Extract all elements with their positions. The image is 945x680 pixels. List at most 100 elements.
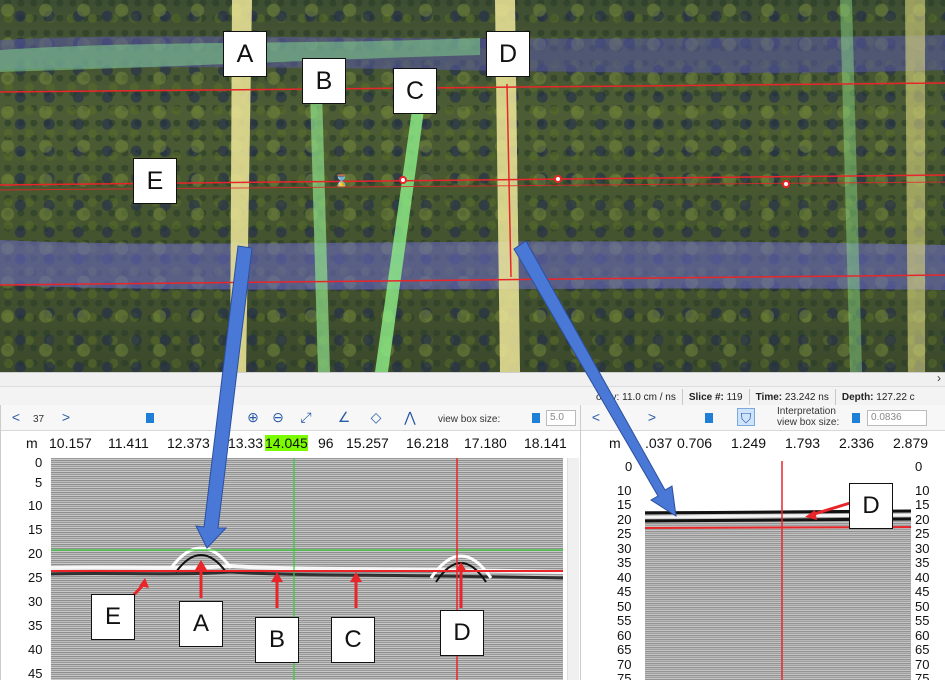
- scroll-right-icon[interactable]: ›: [937, 371, 941, 385]
- depth-tick: 30: [617, 541, 632, 556]
- right-radargram-panel: < 9 > ⛉ Interpretation view box size: 0.…: [580, 405, 945, 680]
- x-tick: 1.793: [785, 435, 821, 451]
- x-tick: 96: [318, 435, 334, 451]
- view-box-slider[interactable]: [532, 413, 540, 423]
- next-profile-icon[interactable]: >: [57, 408, 75, 426]
- depth-tick: 35: [915, 555, 930, 570]
- unit-label: m: [26, 435, 38, 451]
- view-box-label: view box size:: [777, 417, 840, 428]
- shield-icon[interactable]: ⛉: [737, 408, 755, 426]
- depth-tick: 10: [28, 498, 43, 513]
- x-tick: 1.249: [731, 435, 767, 451]
- x-tick: 0.706: [677, 435, 713, 451]
- left-radargram-panel: < 37 > ⊕ ⊖ ⤢ ∠ ◇ ⋀ view box size: 5.0 m …: [0, 405, 580, 680]
- velocity-value: 11.0 cm / ns: [622, 391, 676, 403]
- hyperbola-tool-icon[interactable]: ⋀: [401, 408, 419, 426]
- depth-tick: 70: [617, 657, 632, 672]
- x-tick: 12.373: [167, 435, 210, 451]
- x-tick: 13.33: [228, 435, 264, 451]
- depth-tick: 45: [617, 584, 632, 599]
- depth-tick: 25: [915, 526, 930, 541]
- callout-a: A: [223, 31, 267, 77]
- x-tick: 16.218: [406, 435, 449, 451]
- zoom-out-icon[interactable]: ⊖: [269, 408, 287, 426]
- left-vertical-scrollbar[interactable]: [567, 458, 579, 680]
- prev-profile-icon[interactable]: <: [7, 408, 25, 426]
- depth-tick: 75: [915, 671, 930, 680]
- left-radargram[interactable]: E A B C D: [51, 458, 563, 680]
- depth-tick: 65: [617, 642, 632, 657]
- next-profile-icon[interactable]: >: [643, 408, 661, 426]
- depth-tick: 20: [915, 512, 930, 527]
- x-tick: 17.180: [464, 435, 507, 451]
- status-fields: ocity: 11.0 cm / ns Slice #: 119 Time: 2…: [596, 388, 915, 406]
- cursor-marker-icon: ⌛: [334, 174, 349, 188]
- angle-tool-icon[interactable]: ∠: [335, 408, 353, 426]
- depth-tick: 40: [915, 570, 930, 585]
- tag-tool-icon[interactable]: ◇: [367, 408, 385, 426]
- depth-tick: 25: [28, 570, 43, 585]
- time-label: Time:: [755, 391, 783, 403]
- depth-tick: 75: [617, 671, 632, 680]
- depth-tick: 35: [617, 555, 632, 570]
- depth-tick: 30: [915, 541, 930, 556]
- depth-tick: 55: [617, 613, 632, 628]
- depth-tick: 10: [617, 483, 632, 498]
- view-box-slider[interactable]: [852, 413, 860, 423]
- depth-tick: 10: [915, 483, 930, 498]
- right-x-axis: m .037 0.706 1.249 1.793 2.336 2.879: [581, 432, 945, 454]
- time-value: 23.242 ns: [784, 391, 829, 403]
- depth-tick: 15: [915, 497, 930, 512]
- x-tick: 18.141: [524, 435, 567, 451]
- status-divider: [681, 389, 683, 405]
- left-x-axis: m 10.157 11.411 12.373 13.33 14.045 96 1…: [1, 432, 580, 454]
- slice-value: 119: [726, 391, 743, 403]
- right-toolbar: < 9 > ⛉ Interpretation view box size: 0.…: [581, 405, 945, 431]
- depth-tick: 30: [28, 594, 43, 609]
- gain-slider[interactable]: [705, 413, 713, 423]
- profile-node-2: [554, 175, 562, 183]
- depth-tick: 20: [28, 546, 43, 561]
- depth-value: 127.22 c: [876, 391, 915, 403]
- x-tick: 15.257: [346, 435, 389, 451]
- depth-tick: 55: [915, 613, 930, 628]
- right-radargram[interactable]: D: [645, 461, 911, 680]
- gain-slider[interactable]: [146, 413, 154, 423]
- x-tick: 2.879: [893, 435, 929, 451]
- zoom-in-icon[interactable]: ⊕: [244, 408, 262, 426]
- callout-e: E: [133, 158, 177, 204]
- arrow-a-head: [195, 560, 207, 570]
- callout-b: B: [302, 58, 346, 104]
- feature-c-strip: [375, 110, 424, 372]
- label-a: A: [179, 601, 223, 647]
- view-box-input[interactable]: 5.0: [546, 410, 576, 426]
- view-box-label: view box size:: [438, 414, 501, 425]
- depth-tick: 60: [915, 628, 930, 643]
- status-bar: › ocity: 11.0 cm / ns Slice #: 119 Time:…: [0, 371, 945, 406]
- depth-tick: 0: [915, 459, 923, 474]
- left-depth-scale: 0 5 10 15 20 25 30 35 40 45: [1, 455, 49, 680]
- horizontal-scrollbar[interactable]: ›: [0, 371, 945, 387]
- depth-tick: 25: [617, 526, 632, 541]
- unit-label: m: [609, 435, 621, 451]
- x-tick: .037: [645, 435, 673, 451]
- depth-tick: 0: [625, 459, 633, 474]
- label-b: B: [255, 617, 299, 663]
- label-c: C: [331, 617, 375, 663]
- prev-profile-icon[interactable]: <: [587, 408, 605, 426]
- arrow-c-head: [350, 572, 362, 582]
- right-depth-scale-secondary: 0 10 15 20 25 30 35 40 45 50 55 60 65 70…: [915, 457, 945, 680]
- view-box-input[interactable]: 0.0836: [867, 410, 927, 426]
- callout-d: D: [486, 31, 530, 77]
- depth-label: Depth:: [841, 391, 874, 403]
- profile-number: 9: [619, 414, 625, 425]
- status-divider: [748, 389, 750, 405]
- fit-icon[interactable]: ⤢: [297, 408, 315, 426]
- profile-node-1: [399, 176, 407, 184]
- depth-tick: 45: [28, 666, 43, 680]
- depth-tick: 5: [35, 475, 43, 490]
- left-toolbar: < 37 > ⊕ ⊖ ⤢ ∠ ◇ ⋀ view box size: 5.0: [1, 405, 580, 431]
- profile-line-top: [0, 82, 945, 93]
- depth-slice-map[interactable]: ⌛ A B C D E: [0, 0, 945, 372]
- depth-tick: 35: [28, 618, 43, 633]
